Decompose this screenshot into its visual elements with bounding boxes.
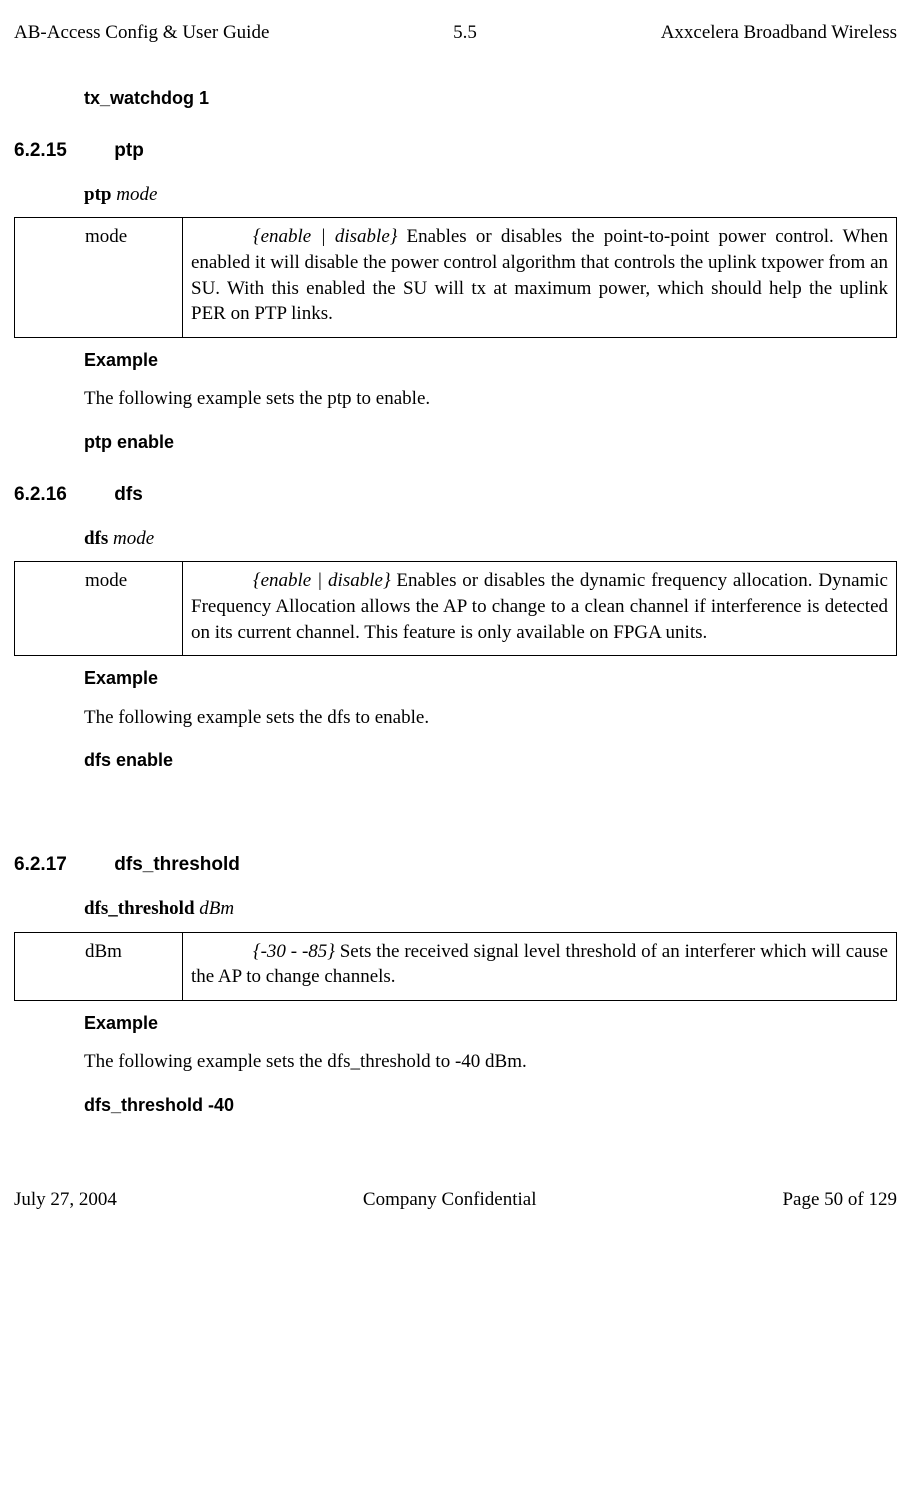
syntax-keyword: dfs_threshold <box>84 898 195 919</box>
table-row: mode {enable | disable} Enables or disab… <box>15 218 897 338</box>
param-desc-cell: {-30 - -85} Sets the received signal lev… <box>183 932 897 1000</box>
page-content: tx_watchdog 1 6.2.15 ptp ptp mode mode {… <box>14 86 897 1118</box>
example-text: The following example sets the dfs to en… <box>84 705 897 731</box>
prev-example-command: tx_watchdog 1 <box>84 86 897 110</box>
section-title: dfs <box>114 484 143 505</box>
syntax-ptp: ptp mode <box>84 182 897 208</box>
example-label: Example <box>84 666 897 690</box>
param-table-ptp: mode {enable | disable} Enables or disab… <box>14 217 897 338</box>
example-command: dfs enable <box>84 748 897 772</box>
example-text: The following example sets the ptp to en… <box>84 386 897 412</box>
syntax-arg: mode <box>116 184 157 205</box>
syntax-keyword: dfs <box>84 528 108 549</box>
example-text: The following example sets the dfs_thres… <box>84 1049 897 1075</box>
param-key: mode <box>15 562 183 656</box>
section-number: 6.2.16 <box>14 482 109 508</box>
page-header: AB-Access Config & User Guide 5.5 Axxcel… <box>14 20 897 46</box>
header-left: AB-Access Config & User Guide <box>14 20 269 46</box>
section-heading-dfs-threshold: 6.2.17 dfs_threshold <box>14 852 897 878</box>
param-desc-cell: {enable | disable} Enables or disables t… <box>183 218 897 338</box>
param-options: {enable | disable} <box>253 570 391 591</box>
section-heading-dfs: 6.2.16 dfs <box>14 482 897 508</box>
footer-center: Company Confidential <box>363 1187 537 1213</box>
example-label: Example <box>84 1011 897 1035</box>
footer-left: July 27, 2004 <box>14 1187 117 1213</box>
param-table-dfs-threshold: dBm {-30 - -85} Sets the received signal… <box>14 932 897 1001</box>
footer-right: Page 50 of 129 <box>782 1187 897 1213</box>
syntax-arg: dBm <box>199 898 234 919</box>
syntax-dfs-threshold: dfs_threshold dBm <box>84 896 897 922</box>
header-center: 5.5 <box>453 20 477 46</box>
syntax-keyword: ptp <box>84 184 111 205</box>
section-heading-ptp: 6.2.15 ptp <box>14 138 897 164</box>
table-row: mode {enable | disable} Enables or disab… <box>15 562 897 656</box>
syntax-dfs: dfs mode <box>84 526 897 552</box>
example-command: ptp enable <box>84 430 897 454</box>
param-key: mode <box>15 218 183 338</box>
param-key: dBm <box>15 932 183 1000</box>
section-number: 6.2.17 <box>14 852 109 878</box>
param-table-dfs: mode {enable | disable} Enables or disab… <box>14 561 897 656</box>
section-title: dfs_threshold <box>114 854 240 875</box>
section-number: 6.2.15 <box>14 138 109 164</box>
header-right: Axxcelera Broadband Wireless <box>661 20 897 46</box>
param-options: {enable | disable} <box>253 226 397 247</box>
example-label: Example <box>84 348 897 372</box>
table-row: dBm {-30 - -85} Sets the received signal… <box>15 932 897 1000</box>
section-title: ptp <box>114 140 144 161</box>
param-desc-cell: {enable | disable} Enables or disables t… <box>183 562 897 656</box>
example-command: dfs_threshold -40 <box>84 1093 897 1117</box>
param-options: {-30 - -85} <box>253 941 335 962</box>
page-footer: July 27, 2004 Company Confidential Page … <box>14 1187 897 1213</box>
syntax-arg: mode <box>113 528 154 549</box>
